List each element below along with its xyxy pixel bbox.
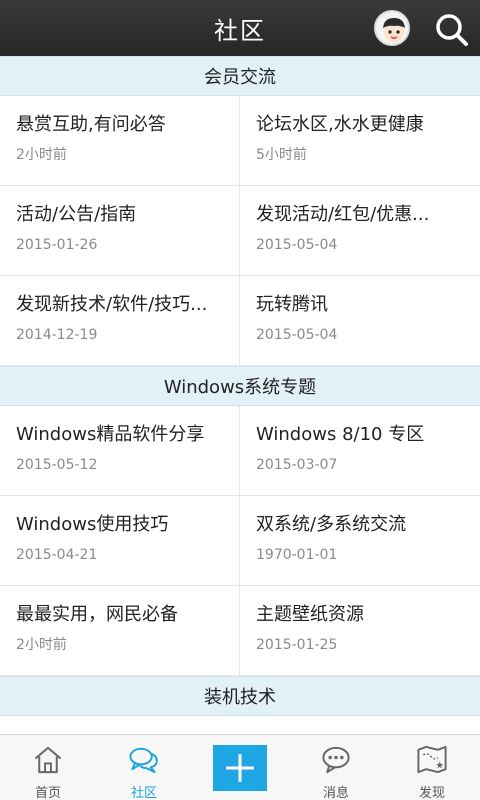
forum-name: Windows使用技巧 [16,514,169,535]
forum-name: 活动/公告/指南 [16,204,137,225]
forum-name: 发现新技术/软件/技巧... [16,294,208,315]
forum-cell[interactable]: 活动/公告/指南 2015-01-26 [0,186,240,276]
forum-name: 悬赏互助,有问必答 [16,114,166,135]
plus-icon [226,754,254,782]
forum-name: 玩转腾讯 [256,294,328,315]
forum-cell[interactable]: 最最实用，网民必备 2小时前 [0,586,240,676]
search-icon [436,14,468,46]
avatar[interactable] [374,10,410,46]
forum-time: 5小时前 [256,147,307,163]
forum-list[interactable]: 会员交流 悬赏互助,有问必答 2小时前 论坛水区,水水更健康 5小时前 活动/公… [0,56,480,734]
forum-name: 论坛水区,水水更健康 [256,114,424,135]
forum-time: 2015-03-07 [256,457,338,473]
nav-community-label: 社区 [130,786,157,800]
nav-home[interactable]: 首页 [0,735,96,800]
forum-time: 2小时前 [16,637,67,653]
forum-name: 最最实用，网民必备 [16,604,178,625]
forum-cell[interactable]: 发现活动/红包/优惠... 2015-05-04 [240,186,480,276]
forum-cell[interactable]: 论坛水区,水水更健康 5小时前 [240,96,480,186]
nav-home-label: 首页 [34,786,61,800]
nav-post[interactable] [192,735,288,800]
forum-cell[interactable]: Windows使用技巧 2015-04-21 [0,496,240,586]
page-title: 社区 [214,16,266,45]
forum-time: 2015-05-04 [256,237,338,253]
section-header: Windows系统专题 [0,366,480,406]
forum-name: 发现活动/红包/优惠... [256,204,430,225]
forum-cell[interactable]: Windows精品软件分享 2015-05-12 [0,406,240,496]
forum-cell[interactable]: Windows 8/10 专区 2015-03-07 [240,406,480,496]
nav-messages-label: 消息 [322,786,349,800]
forum-time: 2015-01-26 [16,237,98,253]
search-button[interactable] [432,10,470,48]
nav-discover-label: 发现 [418,786,445,800]
section-header: 会员交流 [0,56,480,96]
message-icon [322,746,350,774]
home-icon [34,746,62,774]
nav-messages[interactable]: 消息 [288,735,384,800]
forum-time: 2014-12-19 [16,327,98,343]
forum-time: 2小时前 [16,147,67,163]
forum-name: 双系统/多系统交流 [256,514,407,535]
chat-bubbles-icon [129,747,158,774]
nav-community[interactable]: 社区 [96,735,192,800]
avatar-icon [377,13,408,44]
new-post-button[interactable] [213,745,267,791]
forum-name: Windows精品软件分享 [16,424,205,445]
forum-time: 2015-01-25 [256,637,338,653]
forum-cell[interactable]: 玩转腾讯 2015-05-04 [240,276,480,366]
forum-time: 1970-01-01 [256,547,338,563]
forum-cell[interactable]: 主题壁纸资源 2015-01-25 [240,586,480,676]
top-bar: 社区 [0,0,480,56]
section-grid: 悬赏互助,有问必答 2小时前 论坛水区,水水更健康 5小时前 活动/公告/指南 … [0,96,480,366]
section-grid: Windows精品软件分享 2015-05-12 Windows 8/10 专区… [0,406,480,676]
forum-cell[interactable]: 双系统/多系统交流 1970-01-01 [240,496,480,586]
section-header: 装机技术 [0,676,480,716]
bottom-nav: 首页 社区 消息 发现 [0,734,480,800]
forum-cell[interactable]: 发现新技术/软件/技巧... 2014-12-19 [0,276,240,366]
forum-name: Windows 8/10 专区 [256,424,425,445]
forum-time: 2015-04-21 [16,547,98,563]
forum-time: 2015-05-12 [16,457,98,473]
nav-discover[interactable]: 发现 [384,735,480,800]
forum-cell[interactable]: 悬赏互助,有问必答 2小时前 [0,96,240,186]
map-icon [417,745,447,774]
forum-name: 主题壁纸资源 [256,604,364,625]
forum-time: 2015-05-04 [256,327,338,343]
